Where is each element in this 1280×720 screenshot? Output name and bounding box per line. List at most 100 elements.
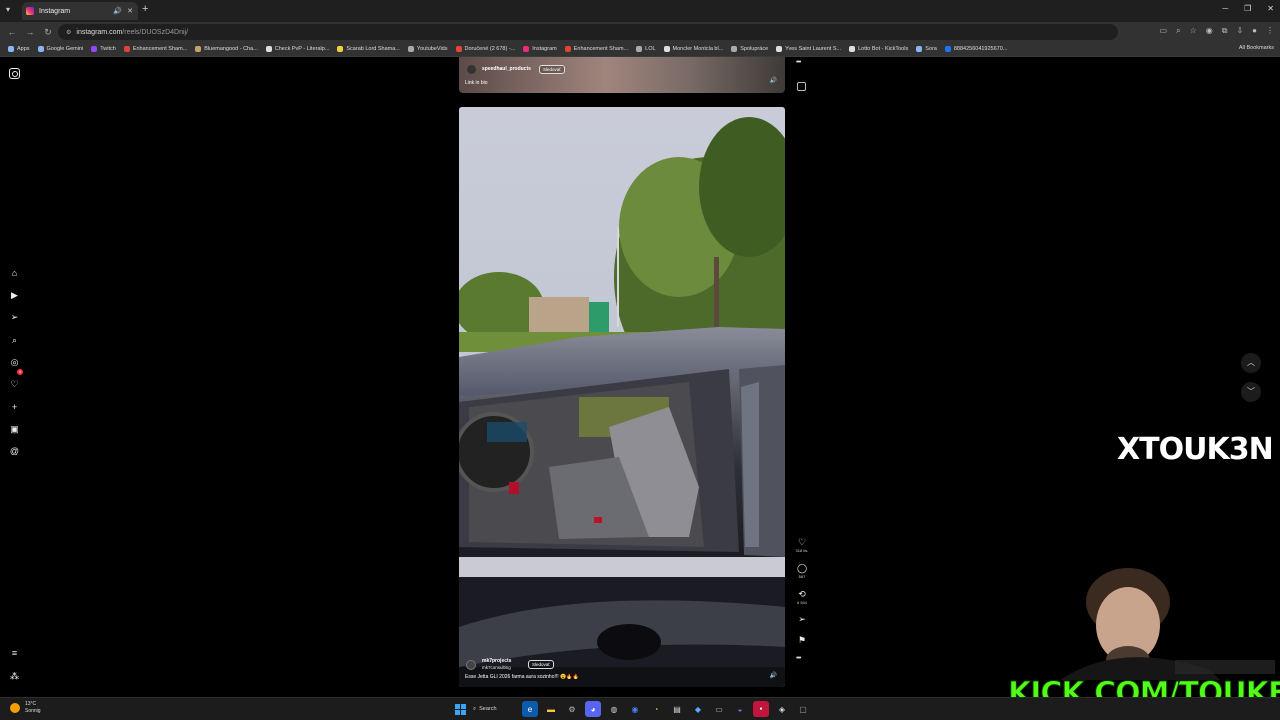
new-tab-button[interactable]: + (142, 3, 148, 15)
app-icon[interactable]: ⚙ (564, 701, 580, 717)
minimize-icon[interactable]: ─ (1222, 4, 1228, 13)
tab-instagram[interactable]: Instagram 🔊 ✕ (22, 2, 138, 20)
bookmark-item[interactable]: Google Gemini (37, 46, 83, 52)
save-button[interactable]: ⚑ (795, 635, 809, 645)
tab-close-icon[interactable]: ✕ (127, 7, 133, 15)
terminal-icon[interactable]: ▭ (711, 701, 727, 717)
more-menu-icon[interactable]: ≡ (9, 648, 20, 659)
reel-username[interactable]: speedhaul_products (482, 66, 531, 72)
profile-avatar-icon[interactable]: ● (1252, 26, 1257, 36)
zoom-icon[interactable]: ⌕ (1176, 26, 1180, 36)
reload-icon[interactable]: ↻ (39, 27, 57, 38)
cast-icon[interactable]: ▭ (1160, 26, 1168, 36)
bookmark-item[interactable]: 8884256041925670... (944, 46, 1007, 52)
tab-search-icon[interactable]: ▾ (6, 5, 10, 14)
bookmark-item[interactable]: Apps (8, 46, 30, 52)
reels-icon[interactable]: ▶ (9, 290, 20, 301)
sun-icon (10, 703, 20, 713)
extensions-puzzle-icon[interactable]: ⧉ (1222, 26, 1228, 36)
volume-icon[interactable]: 🔊 (770, 672, 777, 679)
browser-menu-icon[interactable]: ⋮ (1266, 26, 1274, 36)
volume-icon[interactable]: 🔊 (770, 77, 777, 84)
heart-icon: ♡ (797, 537, 807, 547)
threads-icon[interactable]: @ (9, 446, 20, 457)
app-icon[interactable]: ● (753, 701, 769, 717)
bookmark-item[interactable]: Enhancement Sham... (123, 46, 187, 52)
bookmark-favicon-icon (265, 46, 272, 52)
avatar[interactable] (466, 660, 476, 670)
bookmark-item[interactable]: Enhancement Sham... (564, 46, 628, 52)
bookmark-item[interactable]: Sora (916, 46, 937, 52)
bookmark-favicon-icon (731, 46, 738, 52)
file-explorer-icon[interactable]: ▬ (543, 701, 559, 717)
bookmark-item[interactable]: Moncler Montcla bl... (663, 46, 723, 52)
bookmark-favicon-icon (195, 46, 202, 52)
bookmark-item[interactable]: LOL (636, 46, 656, 52)
restore-icon[interactable]: ❐ (1244, 4, 1251, 13)
discord-icon[interactable]: ◕ (585, 701, 601, 717)
previous-reel-button[interactable]: ︿ (1241, 353, 1261, 373)
reel-more-icon[interactable]: ••• (796, 655, 801, 662)
weather-widget[interactable]: 13°C Sonnig (10, 701, 41, 715)
bookmark-item[interactable]: Twitch (91, 46, 116, 52)
dashboard-icon[interactable]: ▣ (9, 424, 20, 435)
obs-icon[interactable]: ◈ (774, 701, 790, 717)
create-icon[interactable]: + (9, 402, 20, 413)
bookmark-item[interactable]: Spolupráce (731, 46, 768, 52)
bookmark-item[interactable]: Lotto Bot - KickTools (849, 46, 908, 52)
messages-icon[interactable]: ➢ (9, 312, 20, 323)
address-bar[interactable]: ⚙ instagram.com/reels/DUOSzD4Dnij/ (58, 24, 1118, 40)
downloads-icon[interactable]: ⇩ (1236, 26, 1243, 36)
reel-username[interactable]: mk7projects (482, 658, 511, 664)
app-icon[interactable]: ◒ (732, 701, 748, 717)
search-icon[interactable]: ⌕ (9, 335, 20, 346)
site-info-icon[interactable]: ⚙ (66, 29, 71, 36)
comment-button[interactable]: ◯ 667 (795, 563, 809, 579)
share-button[interactable]: ➢ (795, 614, 809, 624)
instagram-sidebar: ⌂ ▶ ➢ ⌕ ◎ ♡ + ▣ @ 4 ≡ ⁂ (0, 57, 30, 697)
bookmark-item[interactable]: Scarab Lord Shama... (337, 46, 400, 52)
bookmark-item[interactable]: Check PvP - Literalp... (265, 46, 329, 52)
forward-icon[interactable]: → (21, 27, 39, 37)
bookmark-favicon-icon (776, 46, 783, 52)
bookmark-item[interactable]: Instagram (523, 46, 557, 52)
also-from-meta-icon[interactable]: ⁂ (9, 671, 20, 682)
extension-icon[interactable]: ◉ (1206, 26, 1213, 36)
home-icon[interactable]: ⌂ (9, 268, 20, 279)
previous-reel[interactable]: speedhaul_products Sledovať Link in bio … (459, 57, 785, 93)
instagram-logo-icon[interactable] (9, 68, 20, 79)
avatar[interactable] (467, 65, 476, 74)
all-bookmarks-button[interactable]: All Bookmarks (1239, 45, 1274, 51)
search-label: Search (479, 706, 497, 712)
follow-button[interactable]: Sledovať (539, 65, 565, 74)
bookmark-item[interactable]: Yves Saint Laurent S... (776, 46, 841, 52)
app-icon[interactable]: ◔ (648, 701, 664, 717)
follow-button[interactable]: Sledovať (528, 660, 554, 669)
close-window-icon[interactable]: ✕ (1267, 4, 1274, 13)
back-icon[interactable]: ← (3, 27, 21, 37)
browser-tab-bar: ▾ Instagram 🔊 ✕ + ─ ❐ ✕ (0, 0, 1280, 22)
explore-icon[interactable]: ◎ (9, 357, 20, 368)
current-reel-video[interactable]: mk7projects mk7consulting Sledovať Esse … (459, 107, 785, 687)
audio-icon[interactable] (797, 82, 806, 91)
chrome-icon[interactable]: ◉ (627, 701, 643, 717)
app-icon[interactable]: ▤ (669, 701, 685, 717)
like-button[interactable]: ♡ 318 tis. (795, 537, 809, 553)
app-icon[interactable]: ◆ (690, 701, 706, 717)
instagram-favicon-icon (26, 7, 34, 15)
start-button[interactable] (452, 701, 468, 717)
repost-button[interactable]: ⟲ 6 534 (795, 589, 809, 605)
bookmark-item[interactable]: Bluemangood - Cha... (195, 46, 258, 52)
previous-reel-more-icon[interactable]: ••• (796, 59, 801, 66)
steam-icon[interactable]: ◍ (606, 701, 622, 717)
taskbar-search[interactable]: ⌕ Search (473, 701, 517, 717)
audio-playing-icon[interactable]: 🔊 (113, 7, 122, 15)
bookmark-item[interactable]: YoutubeVids (407, 46, 448, 52)
app-icon[interactable]: ▢ (795, 701, 811, 717)
edge-icon[interactable]: e (522, 701, 538, 717)
notifications-icon[interactable]: ♡ (9, 379, 20, 390)
next-reel-button[interactable]: ﹀ (1241, 382, 1261, 402)
collaborator[interactable]: mk7consulting (482, 665, 511, 670)
bookmark-item[interactable]: Doručené (2 678) -... (455, 46, 515, 52)
bookmark-star-icon[interactable]: ☆ (1190, 26, 1197, 36)
